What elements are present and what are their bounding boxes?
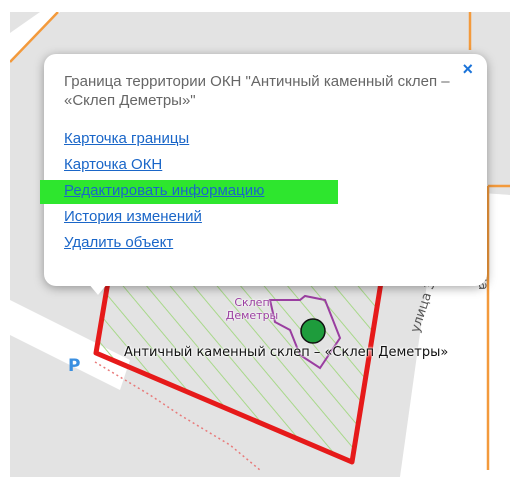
link-item-boundary-card: Карточка границы [64,126,264,152]
object-marker[interactable] [300,318,326,344]
boundary-card-link[interactable]: Карточка границы [64,130,189,147]
info-popup: × Граница территории ОКН "Античный камен… [39,54,487,286]
link-item-edit-info: Редактировать информацию [39,178,339,204]
object-label: Античный каменный склеп – «Склеп Деметры… [124,345,449,360]
link-item-delete: Удалить объект [64,230,264,256]
map-canvas[interactable]: ица улица Зотьев П Склеп Деметры Античны… [0,0,517,477]
popup-link-list: Карточка границы Карточка ОКН Редактиров… [39,126,339,256]
crypt-small-label: Склеп Деметры [225,296,279,322]
okn-card-link[interactable]: Карточка ОКН [64,156,162,173]
delete-object-link[interactable]: Удалить объект [64,234,173,251]
close-icon[interactable]: × [462,60,473,78]
link-item-history: История изменений [64,204,264,230]
popup-pointer [88,283,108,295]
popup-title: Граница территории ОКН "Античный каменны… [64,73,450,109]
link-item-okn-card: Карточка ОКН [64,152,264,178]
change-history-link[interactable]: История изменений [64,208,202,225]
edit-info-link[interactable]: Редактировать информацию [64,182,264,199]
parking-icon: P [68,356,81,376]
